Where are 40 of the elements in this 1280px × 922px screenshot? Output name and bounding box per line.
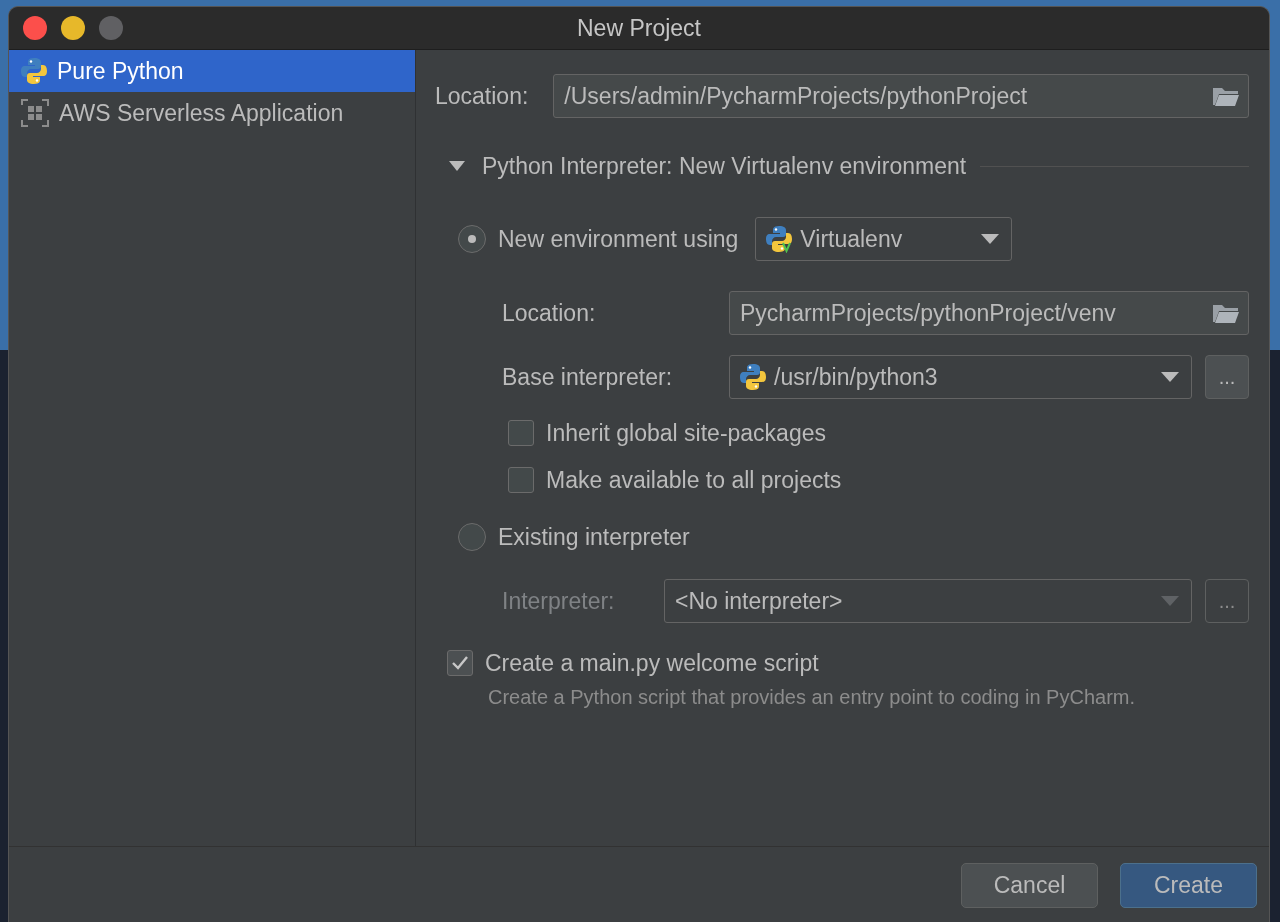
- close-button[interactable]: [23, 16, 47, 40]
- grid-icon: [21, 99, 49, 127]
- section-title: Python Interpreter: New Virtualenv environment: [482, 152, 967, 180]
- radio-button[interactable]: [458, 523, 486, 551]
- tool-dropdown[interactable]: Virtualenv: [755, 217, 1013, 261]
- cancel-button[interactable]: Cancel: [961, 863, 1098, 908]
- maximize-button[interactable]: [99, 16, 123, 40]
- radio-label: New environment using: [498, 225, 739, 253]
- checkbox-label: Create a main.py welcome script: [485, 649, 819, 677]
- window-title: New Project: [577, 14, 701, 42]
- radio-label: Existing interpreter: [498, 523, 690, 551]
- field-label: Location:: [502, 299, 597, 327]
- caret-icon: [1161, 596, 1179, 606]
- checkbox[interactable]: [508, 467, 534, 493]
- checkbox[interactable]: [508, 420, 534, 446]
- python-icon: [21, 57, 47, 85]
- create-button[interactable]: Create: [1120, 863, 1257, 908]
- folder-icon: [1212, 302, 1240, 324]
- hint-text: Create a Python script that provides an entry point to coding in PyCharm.: [487, 686, 1136, 709]
- radio-button[interactable]: [458, 225, 486, 253]
- field-label: Base interpreter:: [502, 363, 674, 391]
- browse-button[interactable]: ...: [1205, 355, 1249, 399]
- folder-icon: [1212, 85, 1240, 107]
- checkbox-label: Make available to all projects: [546, 466, 842, 494]
- python-icon: [740, 363, 766, 391]
- sidebar-item[interactable]: AWS Serverless Application: [9, 92, 415, 134]
- expand-triangle-icon[interactable]: [449, 161, 465, 171]
- location-field[interactable]: /Users/admin/PycharmProjects/pythonProject: [553, 74, 1249, 118]
- caret-icon: [1161, 372, 1179, 382]
- field-label: Interpreter:: [502, 587, 616, 615]
- venv-location-field[interactable]: PycharmProjects/pythonProject/venv: [729, 291, 1249, 335]
- caret-icon: [981, 234, 1000, 244]
- checkmark-icon: [451, 655, 469, 671]
- sidebar-item[interactable]: Pure Python: [9, 50, 415, 92]
- interpreter-dropdown[interactable]: /usr/bin/python3: [729, 355, 1192, 399]
- checkbox-label: Inherit global site-packages: [546, 419, 826, 447]
- checkbox[interactable]: [447, 650, 473, 676]
- minimize-button[interactable]: [61, 16, 85, 40]
- python-virtualenv-icon: [766, 225, 793, 253]
- field-label: Location:: [435, 82, 529, 110]
